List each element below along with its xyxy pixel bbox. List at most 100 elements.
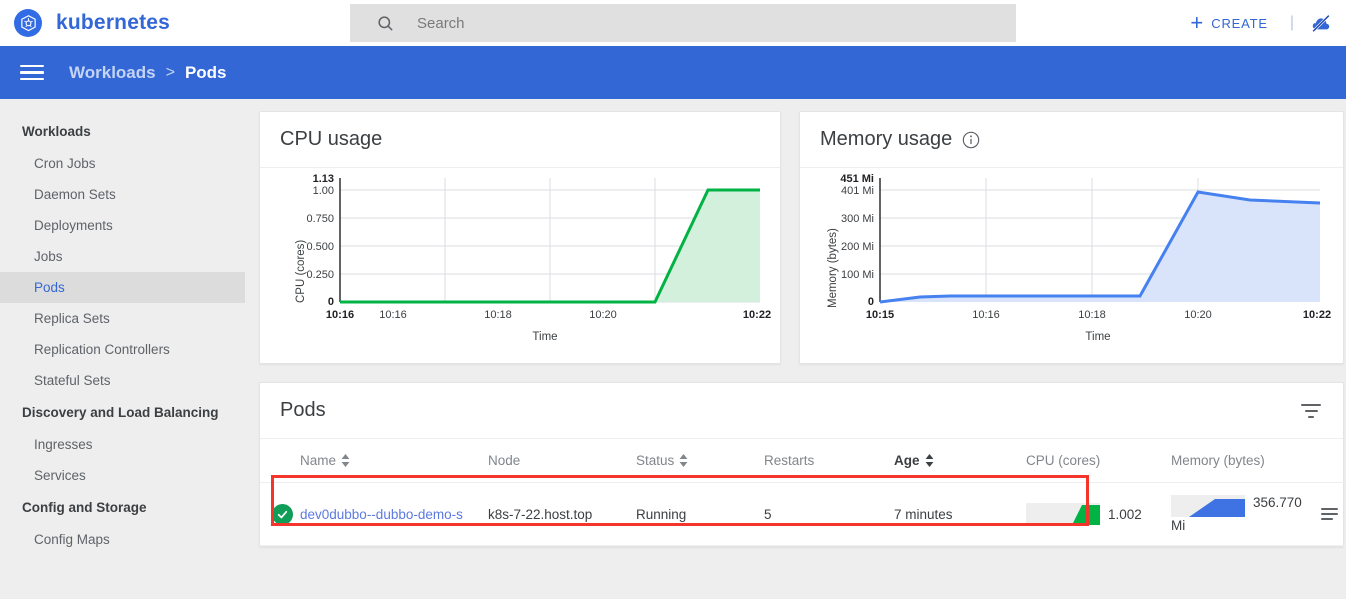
th-status-icon [260,439,300,483]
svg-text:0.750: 0.750 [306,213,334,225]
info-icon[interactable] [961,130,981,150]
th-age-label: Age [894,453,920,468]
sort-arrows-icon[interactable] [679,454,688,467]
sidebar-item-config-maps[interactable]: Config Maps [0,524,245,555]
cpu-sparkline [1026,503,1100,525]
breadcrumb-separator-icon: > [165,63,175,81]
cell-age: 7 minutes [894,482,1026,546]
memory-card-header: Memory usage [800,112,1343,168]
kubernetes-helm-icon [14,9,42,37]
svg-text:200 Mi: 200 Mi [841,241,874,253]
check-circle-icon [272,503,293,525]
svg-text:401 Mi: 401 Mi [841,185,874,197]
sort-arrows-icon[interactable] [925,454,934,467]
top-bar: kubernetes + CREATE | [0,0,1346,46]
svg-text:Time: Time [1085,331,1110,343]
sidebar-item-deployments[interactable]: Deployments [0,210,245,241]
brand-logo-group[interactable]: kubernetes [0,9,170,37]
breadcrumb-parent[interactable]: Workloads [69,63,156,83]
top-bar-actions: + CREATE | [1182,0,1334,46]
cpu-usage-chart: CPU (cores) 1.13 1.00 0.750 0.500 0.250 … [260,168,780,363]
logs-icon[interactable] [1321,507,1338,521]
cpu-value: 1.002 [1108,506,1142,522]
memory-usage-card: Memory usage Memory (bytes) 451 Mi 401 M… [799,111,1344,364]
breadcrumb-bar: Workloads > Pods [0,46,1346,99]
sidebar-item-replica-sets[interactable]: Replica Sets [0,303,245,334]
th-cpu-label: CPU (cores) [1026,453,1101,468]
svg-text:0.250: 0.250 [306,269,334,281]
cell-status: Running [636,482,764,546]
svg-text:10:18: 10:18 [484,309,512,321]
pods-table-header: Name Node Status Restarts Age CPU (cores… [260,439,1346,483]
sidebar-item-pods[interactable]: Pods [0,272,245,303]
sidebar: Workloads Cron Jobs Daemon Sets Deployme… [0,99,245,599]
th-name[interactable]: Name [300,439,488,483]
cell-pod-name: dev0dubbo--dubbo-demo-s [300,482,488,546]
breadcrumb-current: Pods [184,62,227,82]
page-body: Workloads Cron Jobs Daemon Sets Deployme… [0,99,1346,599]
svg-text:0.500: 0.500 [306,241,334,253]
svg-text:10:22: 10:22 [743,309,771,321]
svg-text:10:20: 10:20 [1184,309,1212,321]
sidebar-item-jobs[interactable]: Jobs [0,241,245,272]
hamburger-menu-icon[interactable] [20,64,44,81]
cell-node: k8s-7-22.host.top [488,482,636,546]
th-memory-label: Memory (bytes) [1171,453,1265,468]
create-button-label: CREATE [1211,15,1268,31]
sidebar-item-daemon-sets[interactable]: Daemon Sets [0,179,245,210]
cell-restarts: 5 [764,482,894,546]
toolbar-divider: | [1289,14,1294,31]
svg-text:10:16: 10:16 [379,309,407,321]
th-memory: Memory (bytes) [1171,439,1321,483]
svg-text:0: 0 [868,296,874,308]
cpu-card-title: CPU usage [280,128,383,150]
th-status[interactable]: Status [636,439,764,483]
svg-text:10:20: 10:20 [589,309,617,321]
sidebar-item-ingresses[interactable]: Ingresses [0,429,245,460]
sidebar-item-replication-controllers[interactable]: Replication Controllers [0,334,245,365]
svg-text:CPU (cores): CPU (cores) [295,240,307,303]
svg-text:100 Mi: 100 Mi [841,269,874,281]
table-row[interactable]: dev0dubbo--dubbo-demo-s k8s-7-22.host.to… [260,482,1346,546]
th-age[interactable]: Age [894,439,1026,483]
search-input[interactable] [417,14,917,32]
th-status-label: Status [636,453,675,468]
sort-arrows-icon[interactable] [341,454,350,467]
filter-icon[interactable] [1301,403,1321,418]
no-notifications-slashed-icon[interactable] [1308,10,1334,36]
search-bar[interactable] [350,4,1016,42]
sidebar-item-services[interactable]: Services [0,460,245,491]
svg-text:10:22: 10:22 [1303,309,1331,321]
sidebar-section-discovery-header: Discovery and Load Balancing [22,405,219,420]
cell-cpu: 1.002 [1026,482,1171,546]
sidebar-section-workloads-header: Workloads [22,124,91,139]
create-button[interactable]: + CREATE [1182,8,1275,38]
th-restarts: Restarts [764,439,894,483]
cpu-card-header: CPU usage [260,112,780,168]
svg-text:0: 0 [328,296,334,308]
cell-memory: 356.770 Mi [1171,482,1321,546]
svg-text:10:16: 10:16 [326,309,354,321]
svg-text:10:18: 10:18 [1078,309,1106,321]
sidebar-section-config-header: Config and Storage [22,500,147,515]
cpu-usage-card: CPU usage CPU (cores) 1.13 1.00 0.750 0.… [259,111,781,364]
main-content: CPU usage CPU (cores) 1.13 1.00 0.750 0.… [245,99,1346,599]
memory-card-title: Memory usage [820,128,953,150]
pods-table: Name Node Status Restarts Age CPU (cores… [260,439,1346,546]
th-node: Node [488,439,636,483]
pods-card-header: Pods [260,383,1343,439]
pod-name-link[interactable]: dev0dubbo--dubbo-demo-s [300,507,480,522]
sidebar-item-stateful-sets[interactable]: Stateful Sets [0,365,245,396]
th-name-label: Name [300,453,337,468]
th-actions [1321,439,1346,483]
th-cpu: CPU (cores) [1026,439,1171,483]
brand-name: kubernetes [56,11,171,34]
svg-text:10:15: 10:15 [866,309,894,321]
memory-sparkline [1171,495,1245,517]
sidebar-item-cron-jobs[interactable]: Cron Jobs [0,148,245,179]
memory-unit: Mi [1171,518,1186,533]
plus-icon: + [1190,10,1204,35]
memory-usage-chart: Memory (bytes) 451 Mi 401 Mi 300 Mi 200 … [800,168,1343,363]
pods-card-title: Pods [280,399,326,421]
memory-value: 356.770 [1253,495,1302,510]
